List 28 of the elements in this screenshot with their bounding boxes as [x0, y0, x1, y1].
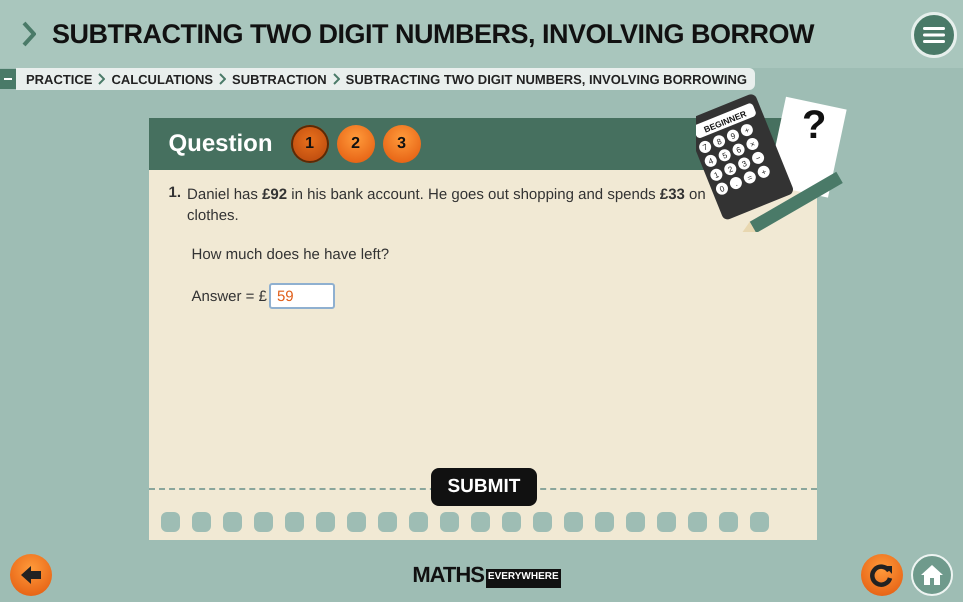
breadcrumb-link[interactable]: CALCULATIONS: [111, 72, 214, 86]
arrow-left-icon: [19, 565, 43, 585]
question-step-button[interactable]: 1: [290, 125, 329, 163]
refresh-button[interactable]: [860, 554, 903, 596]
question-step-button[interactable]: 3: [382, 125, 421, 163]
chevron-icon: [219, 73, 226, 85]
question-heading: Question: [168, 130, 273, 158]
question-prompt: How much does he have left?: [192, 246, 390, 263]
question-number: 1.: [168, 184, 182, 203]
back-button[interactable]: [10, 554, 52, 596]
answer-field[interactable]: 59: [268, 283, 335, 309]
home-icon: [920, 564, 944, 586]
submit-button[interactable]: SUBMIT: [430, 468, 538, 506]
breadcrumb-link[interactable]: SUBTRACTING TWO DIGIT NUMBERS, INVOLVING BORROWING: [346, 72, 747, 86]
chevron-icon: [332, 73, 340, 85]
answer-label: Answer = £: [192, 288, 267, 304]
logo: MATHS EVERYWHERE: [412, 562, 561, 588]
home-button[interactable]: [910, 554, 953, 596]
chevron-icon: [98, 73, 106, 85]
question-text: Daniel has £92 in his bank account. He goes out shopping and spends £33 on clothes.: [187, 185, 707, 226]
chevron-icon: [22, 21, 36, 47]
menu-icon: [923, 26, 945, 44]
breadcrumb-link[interactable]: PRACTICE: [26, 72, 92, 86]
page-title: SUBTRACTING TWO DIGIT NUMBERS, INVOLVING BORROW: [52, 18, 814, 50]
question-step-button[interactable]: 2: [336, 125, 375, 163]
breadcrumb-link[interactable]: SUBTRACTION: [232, 72, 327, 86]
collapse-button[interactable]: [0, 69, 16, 89]
refresh-icon: [870, 563, 894, 587]
